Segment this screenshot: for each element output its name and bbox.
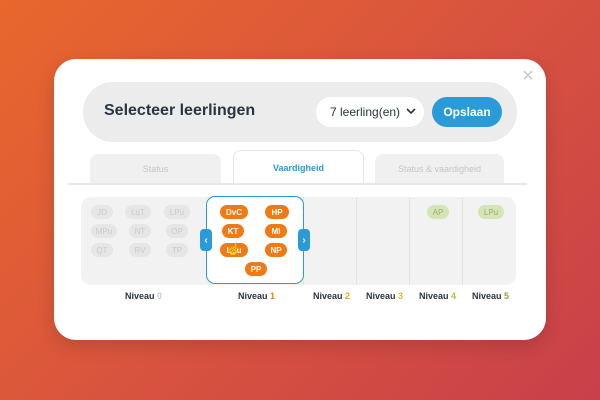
student-chip[interactable]: QT	[91, 243, 113, 257]
level-divider	[409, 197, 410, 285]
tab-status-vaardigheid[interactable]: Status & vaardigheid	[375, 154, 504, 184]
level-label-4: Niveau 4	[419, 291, 457, 301]
student-chip[interactable]: MPu	[91, 224, 117, 238]
chevron-right-icon[interactable]: ›	[298, 229, 310, 251]
hand-cursor-icon: ☝	[226, 242, 241, 256]
student-chip[interactable]: DvC	[220, 205, 248, 219]
level-divider	[356, 197, 357, 285]
student-chip[interactable]: OP	[166, 224, 188, 238]
student-count-select[interactable]: 7 leerling(en)	[316, 97, 424, 127]
student-chip[interactable]: RV	[129, 243, 151, 257]
level-label-5: Niveau 5	[472, 291, 510, 301]
student-chip[interactable]: LPu	[164, 205, 190, 219]
chevron-left-icon[interactable]: ‹	[200, 229, 212, 251]
tab-divider	[68, 183, 527, 185]
level-1-focus-box[interactable]: DvC HP KT MI LPu NP PP	[206, 196, 304, 284]
modal-title: Selecteer leerlingen	[104, 102, 256, 119]
student-chip[interactable]: TP	[166, 243, 188, 257]
student-chip[interactable]: PP	[245, 262, 267, 276]
save-button[interactable]: Opslaan	[432, 97, 502, 127]
student-chip[interactable]: HP	[265, 205, 289, 219]
tab-vaardigheid[interactable]: Vaardigheid	[233, 150, 364, 184]
level-label-0: Niveau 0	[125, 291, 163, 301]
modal-header: Selecteer leerlingen 7 leerling(en) Opsl…	[83, 82, 517, 142]
level-label-3: Niveau 3	[366, 291, 404, 301]
student-chip[interactable]: MI	[265, 224, 287, 238]
close-icon[interactable]: ×	[520, 66, 536, 86]
student-chip[interactable]: LPu	[478, 205, 504, 219]
chevron-down-icon	[406, 106, 416, 118]
student-chip[interactable]: NP	[265, 243, 287, 257]
level-label-2: Niveau 2	[313, 291, 351, 301]
select-students-modal: × Selecteer leerlingen 7 leerling(en) Op…	[54, 59, 546, 340]
student-chip[interactable]: LqT	[125, 205, 151, 219]
student-chip[interactable]: KT	[222, 224, 244, 238]
level-label-1: Niveau 1	[238, 291, 276, 301]
level-divider	[462, 197, 463, 285]
tab-status[interactable]: Status	[90, 154, 221, 184]
tab-bar: Status Vaardigheid Status & vaardigheid	[68, 150, 532, 184]
select-value: 7 leerling(en)	[330, 105, 401, 119]
student-chip[interactable]: JD	[91, 205, 113, 219]
student-chip[interactable]: NT	[129, 224, 151, 238]
student-chip[interactable]: AP	[427, 205, 449, 219]
